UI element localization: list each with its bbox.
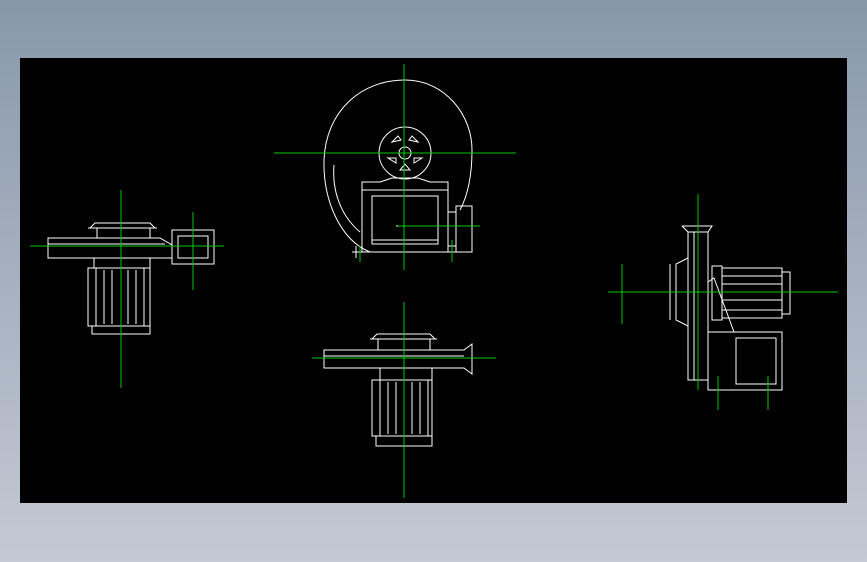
cad-drawing-canvas[interactable] — [20, 58, 847, 503]
